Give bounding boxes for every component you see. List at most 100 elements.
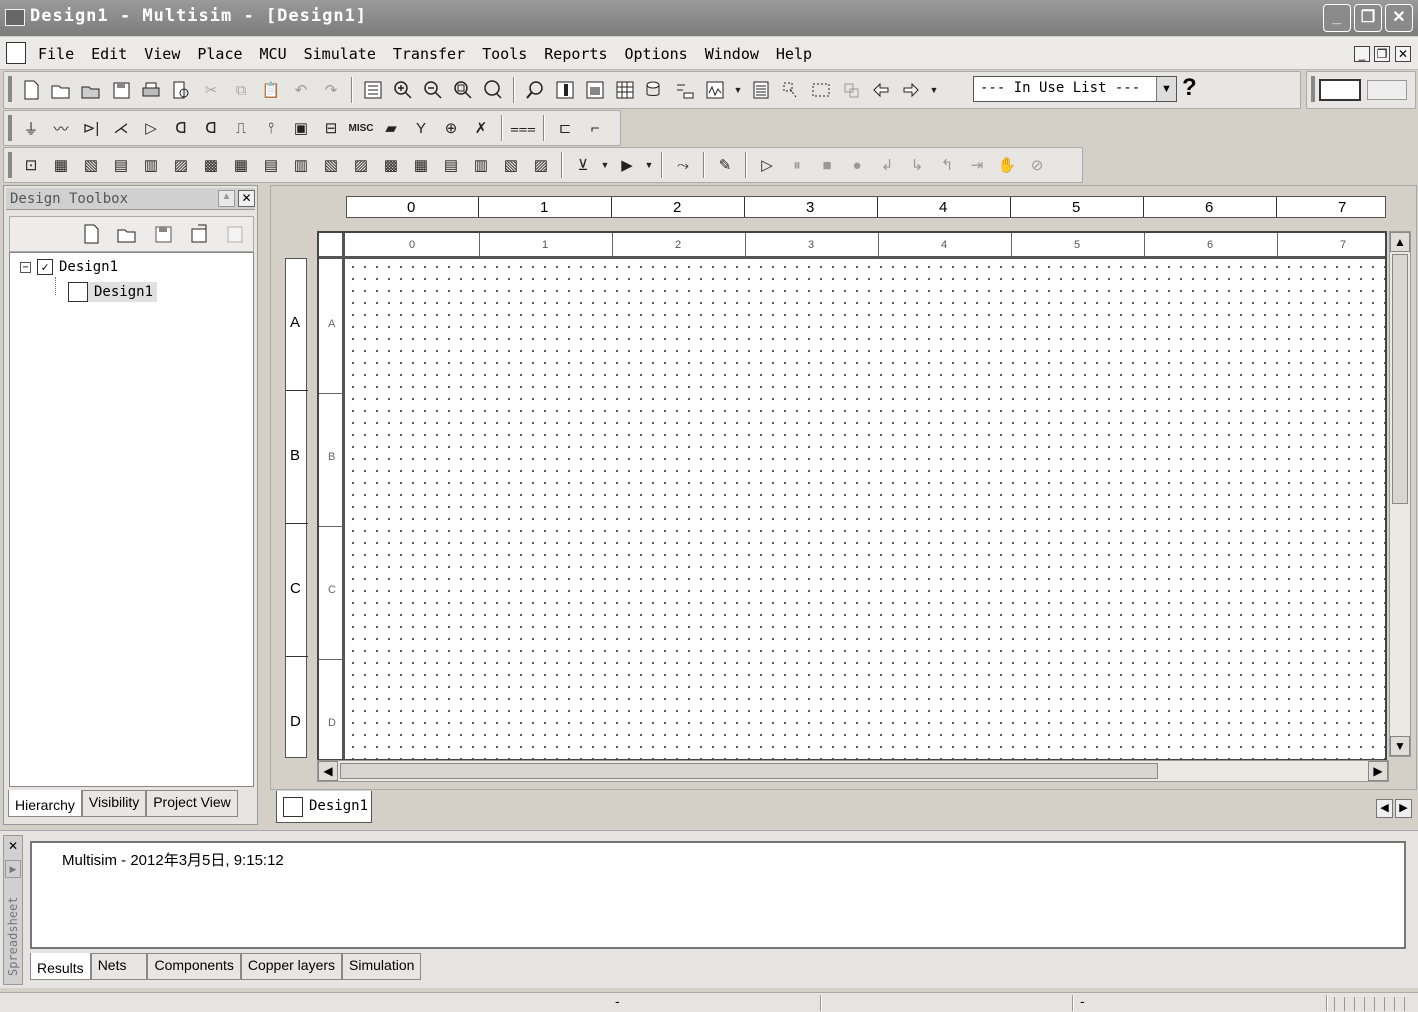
step-out-icon[interactable]: ↰ (934, 152, 960, 178)
backannotate-icon[interactable] (838, 77, 864, 103)
doc-close-button[interactable]: ✕ (1395, 46, 1411, 62)
new-icon[interactable] (18, 77, 44, 103)
advanced-peripherals-icon[interactable]: ▰ (378, 115, 404, 141)
menu-place[interactable]: Place (197, 45, 242, 63)
toggle-fullscreen-icon[interactable] (360, 77, 386, 103)
spectrum-analyzer-icon[interactable]: ▩ (378, 152, 404, 178)
close-icon[interactable]: ✕ (238, 190, 255, 207)
close-button[interactable]: ✕ (1385, 4, 1413, 32)
undo-icon[interactable]: ↶ (288, 77, 314, 103)
step-into-icon[interactable]: ↲ (874, 152, 900, 178)
wattmeter-icon[interactable]: ▧ (78, 152, 104, 178)
horizontal-scroll-thumb[interactable] (340, 763, 1158, 779)
create-component-icon[interactable] (672, 77, 698, 103)
step-over-icon[interactable]: ↳ (904, 152, 930, 178)
restore-button[interactable]: ❐ (1354, 4, 1382, 32)
probe-icon[interactable]: ✎ (712, 152, 738, 178)
diode-icon[interactable]: ⊳| (78, 115, 104, 141)
open-sample-icon[interactable] (78, 77, 104, 103)
tab-scroll-right-icon[interactable]: ▶ (1395, 799, 1412, 818)
agilent-oscilloscope-icon[interactable]: ▧ (498, 152, 524, 178)
in-use-list-dropdown[interactable]: --- In Use List --- ▼ (973, 76, 1177, 102)
open-icon[interactable] (48, 77, 74, 103)
mcu-icon[interactable]: ✗ (468, 115, 494, 141)
measurement-probe-icon[interactable]: ⊻ (570, 152, 596, 178)
grapher-icon[interactable] (582, 77, 608, 103)
iv-analyzer-icon[interactable]: ▧ (318, 152, 344, 178)
menu-transfer[interactable]: Transfer (393, 45, 465, 63)
chevron-down-icon[interactable]: ▼ (644, 152, 654, 178)
zoom-in-icon[interactable] (390, 77, 416, 103)
doc-minimize-button[interactable]: _ (1354, 46, 1370, 62)
horizontal-scrollbar[interactable]: ◀ ▶ (317, 760, 1389, 782)
rename-icon[interactable] (224, 223, 246, 245)
tektronix-oscilloscope-icon[interactable]: ▨ (528, 152, 554, 178)
scroll-up-icon[interactable]: ▲ (1390, 232, 1410, 252)
print-icon[interactable] (138, 77, 164, 103)
place-wire-icon[interactable]: ⌐ (582, 115, 608, 141)
logic-converter-icon[interactable]: ▥ (288, 152, 314, 178)
save-icon[interactable] (108, 77, 134, 103)
vertical-scroll-thumb[interactable] (1392, 254, 1408, 504)
scroll-up-icon[interactable]: ▲ (218, 190, 235, 207)
tab-components[interactable]: Components (147, 953, 241, 980)
power-component-icon[interactable]: ⊟ (318, 115, 344, 141)
word-generator-icon[interactable]: ▦ (228, 152, 254, 178)
toolbar-grip[interactable] (8, 152, 12, 178)
document-tab[interactable]: Design1 (276, 791, 372, 823)
checkbox-icon[interactable]: ✓ (37, 259, 53, 275)
close-design-icon[interactable] (188, 223, 210, 245)
help-button[interactable]: ? (1182, 74, 1197, 102)
menu-window[interactable]: Window (705, 45, 759, 63)
doc-restore-button[interactable]: ❐ (1374, 46, 1390, 62)
schematic-sheet[interactable]: 0 1 2 3 4 5 6 7 A B C D (317, 231, 1387, 761)
document-icon[interactable] (6, 42, 26, 64)
search-icon[interactable] (522, 77, 548, 103)
basic-icon[interactable]: 〰 (48, 115, 74, 141)
current-probe-icon[interactable]: ⤳ (670, 152, 696, 178)
remove-breakpoints-icon[interactable]: ⊘ (1024, 152, 1050, 178)
tree-item-root[interactable]: − ✓ Design1 (20, 259, 118, 275)
scroll-right-icon[interactable]: ▶ (1368, 761, 1388, 781)
redo-icon[interactable]: ↷ (318, 77, 344, 103)
stop-icon[interactable]: ■ (814, 152, 840, 178)
postprocessor-icon[interactable] (748, 77, 774, 103)
mixed-icon[interactable]: ⫯ (258, 115, 284, 141)
source-icon[interactable]: ⏚ (18, 115, 44, 141)
indicator-icon[interactable]: ▣ (288, 115, 314, 141)
grapher-analysis-icon[interactable] (702, 77, 728, 103)
breakpoint-icon[interactable]: ● (844, 152, 870, 178)
oscilloscope-icon[interactable]: ▤ (108, 152, 134, 178)
save-design-icon[interactable] (152, 223, 174, 245)
place-hierarchical-block-icon[interactable]: ⩶ (510, 115, 536, 141)
labview-instrument-icon[interactable]: ▶ (614, 152, 640, 178)
menu-reports[interactable]: Reports (544, 45, 607, 63)
toolbar-grip[interactable] (8, 115, 12, 141)
cmos-icon[interactable]: ᗡ (198, 115, 224, 141)
spreadsheet-view-icon[interactable] (612, 77, 638, 103)
menu-mcu[interactable]: MCU (260, 45, 287, 63)
bode-plotter-icon[interactable]: ▨ (168, 152, 194, 178)
resize-grip-icon[interactable] (1334, 997, 1410, 1011)
new-design-icon[interactable] (80, 223, 102, 245)
database-manager-icon[interactable] (642, 77, 668, 103)
chevron-down-icon[interactable]: ▼ (928, 77, 940, 103)
multimeter-icon[interactable]: ⊡ (18, 152, 44, 178)
tab-scroll-left-icon[interactable]: ◀ (1376, 799, 1393, 818)
menu-file[interactable]: File (38, 45, 74, 63)
vertical-scrollbar[interactable]: ▲ ▼ (1389, 231, 1411, 757)
transfer-back-icon[interactable] (868, 77, 894, 103)
tab-simulation[interactable]: Simulation (342, 953, 422, 980)
transfer-forward-icon[interactable] (898, 77, 924, 103)
minimize-button[interactable]: _ (1323, 4, 1351, 32)
scroll-down-icon[interactable]: ▼ (1390, 736, 1410, 756)
function-generator-icon[interactable]: ▦ (48, 152, 74, 178)
zoom-fit-icon[interactable] (480, 77, 506, 103)
analog-icon[interactable]: ▷ (138, 115, 164, 141)
misc-icon[interactable]: MISC (348, 115, 374, 141)
zoom-out-icon[interactable] (420, 77, 446, 103)
electrical-rules-check-icon[interactable] (778, 77, 804, 103)
chevron-down-icon[interactable]: ▼ (732, 77, 744, 103)
rf-icon[interactable]: Y (408, 115, 434, 141)
simulation-switch-on-icon[interactable] (1319, 79, 1361, 101)
